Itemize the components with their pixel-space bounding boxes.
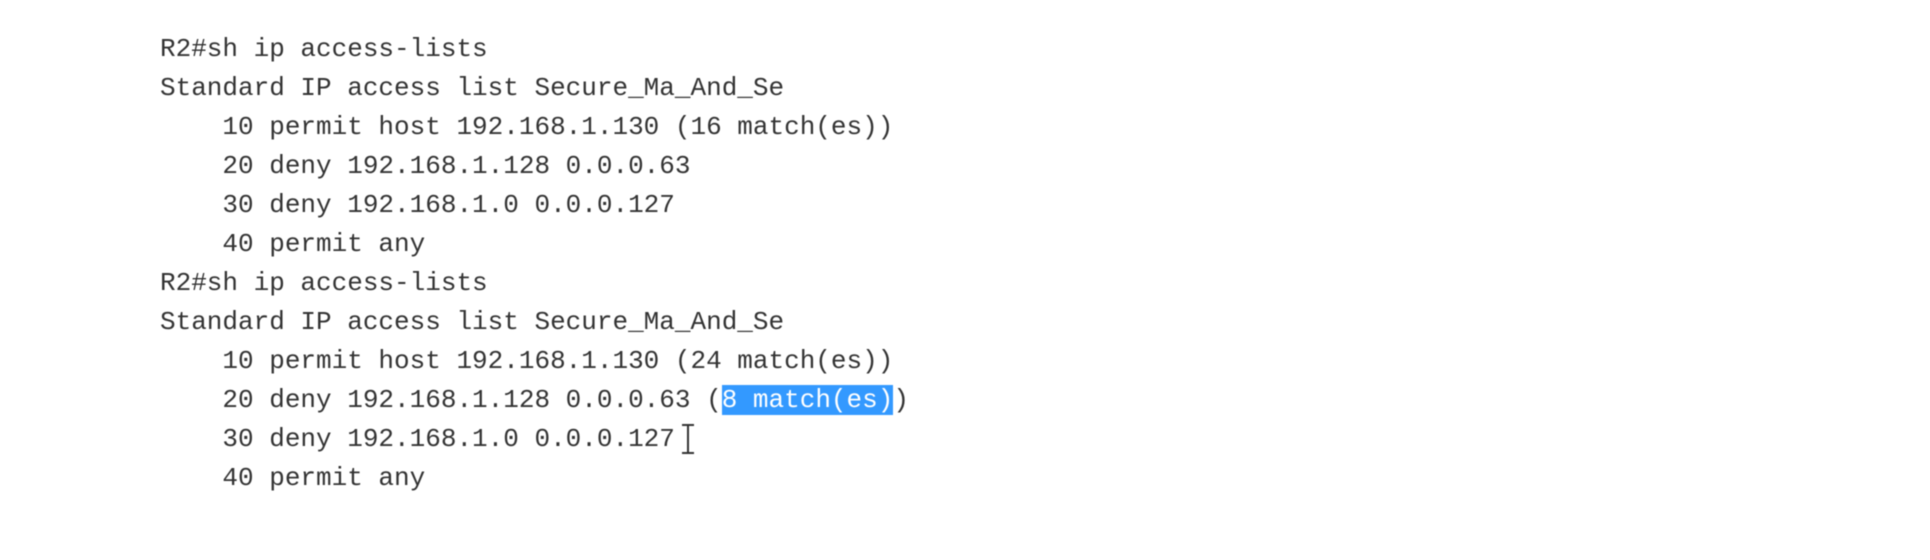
terminal-text: 20 deny 192.168.1.128 0.0.0.63 — [160, 151, 691, 181]
terminal-text: Standard IP access list Secure_Ma_And_Se — [160, 307, 784, 337]
terminal-output[interactable]: R2#sh ip access-lists Standard IP access … — [160, 30, 1930, 498]
terminal-line: R2#sh ip access-lists — [160, 30, 1930, 69]
selected-text: 8 match(es) — [722, 385, 894, 415]
terminal-text: 40 permit any — [160, 229, 425, 259]
terminal-line: Standard IP access list Secure_Ma_And_Se — [160, 69, 1930, 108]
terminal-line: Standard IP access list Secure_Ma_And_Se — [160, 303, 1930, 342]
terminal-text: 40 permit any — [160, 463, 425, 493]
terminal-text: R2#sh ip access-lists — [160, 268, 488, 298]
terminal-line: 20 deny 192.168.1.128 0.0.0.63 — [160, 147, 1930, 186]
terminal-text: 10 permit host 192.168.1.130 (16 match(e… — [160, 112, 893, 142]
terminal-text: 10 permit host 192.168.1.130 (24 match(e… — [160, 346, 893, 376]
terminal-text: 20 deny 192.168.1.128 0.0.0.63 ( — [160, 385, 722, 415]
terminal-line: 10 permit host 192.168.1.130 (24 match(e… — [160, 342, 1930, 381]
terminal-line: R2#sh ip access-lists — [160, 264, 1930, 303]
text-cursor-icon — [687, 424, 689, 454]
terminal-line: 30 deny 192.168.1.0 0.0.0.127 — [160, 420, 1930, 459]
terminal-line: 40 permit any — [160, 459, 1930, 498]
terminal-line: 10 permit host 192.168.1.130 (16 match(e… — [160, 108, 1930, 147]
terminal-line: 40 permit any — [160, 225, 1930, 264]
terminal-line: 20 deny 192.168.1.128 0.0.0.63 (8 match(… — [160, 381, 1930, 420]
terminal-text: 30 deny 192.168.1.0 0.0.0.127 — [160, 190, 675, 220]
terminal-text: Standard IP access list Secure_Ma_And_Se — [160, 73, 784, 103]
terminal-text: R2#sh ip access-lists — [160, 34, 488, 64]
terminal-text: ) — [893, 385, 909, 415]
terminal-text: 30 deny 192.168.1.0 0.0.0.127 — [160, 424, 675, 454]
terminal-line: 30 deny 192.168.1.0 0.0.0.127 — [160, 186, 1930, 225]
